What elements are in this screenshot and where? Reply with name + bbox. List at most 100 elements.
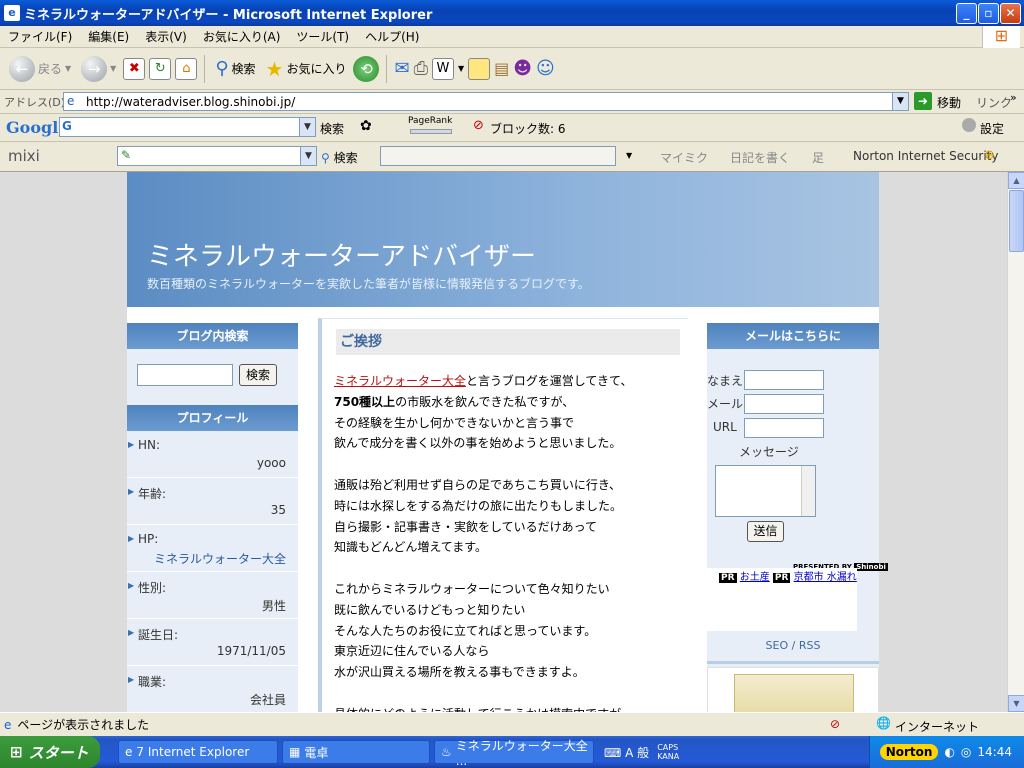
mixi-dropdown-icon[interactable]: ▼ bbox=[300, 147, 316, 165]
stop-icon[interactable]: ✖ bbox=[123, 57, 146, 80]
title-bar[interactable]: e ミネラルウォーターアドバイザー - Microsoft Internet E… bbox=[0, 0, 1024, 26]
pr-link-leak[interactable]: 京都市 水漏れ bbox=[794, 572, 857, 583]
article-line: 飲んで成分を書く以外の事を始めようと思いました。 bbox=[334, 436, 622, 451]
tray-icon[interactable]: ◐ bbox=[944, 745, 954, 759]
menu-help[interactable]: ヘルプ(H) bbox=[357, 28, 427, 45]
back-button[interactable]: ← 戻る ▼ bbox=[6, 52, 74, 86]
pr-link-souvenir[interactable]: お土産 bbox=[740, 572, 770, 583]
menu-tools[interactable]: ツール(T) bbox=[288, 28, 357, 45]
research-icon[interactable]: ▤ bbox=[494, 59, 509, 78]
mixi-url-field[interactable] bbox=[380, 146, 616, 166]
profile-key: 性別: bbox=[138, 581, 167, 595]
status-page-icon: e bbox=[4, 717, 12, 732]
ime-toolbar[interactable]: ⌨ A 般 bbox=[604, 744, 649, 761]
pr-badge: PR bbox=[719, 573, 737, 583]
mail-input[interactable] bbox=[744, 394, 824, 414]
name-input[interactable] bbox=[744, 370, 824, 390]
google-search-input[interactable]: G ▼ bbox=[59, 117, 316, 137]
scroll-down-icon[interactable]: ▼ bbox=[1008, 695, 1024, 712]
profile-homepage-link[interactable]: ミネラルウォーター大全 bbox=[154, 550, 286, 567]
blog-title[interactable]: ミネラルウォーターアドバイザー bbox=[147, 236, 536, 273]
buddies-icon[interactable]: ☺ bbox=[536, 58, 555, 79]
close-button[interactable]: ✕ bbox=[1000, 3, 1021, 24]
blocked-icon: ⊘ bbox=[830, 717, 841, 731]
forward-button[interactable]: → ▼ bbox=[78, 52, 119, 86]
menu-favorites[interactable]: お気に入り(A) bbox=[195, 28, 289, 45]
write-diary-button[interactable]: 日記を書く bbox=[730, 149, 790, 166]
edit-icon[interactable]: W bbox=[431, 57, 454, 80]
google-toolbar: Google G ▼ 検索 ✿ PageRank ⊘ ブロック数: 6 設定 bbox=[0, 114, 1024, 142]
ashiato-button[interactable]: 足 bbox=[812, 149, 824, 166]
blog-search-input[interactable] bbox=[137, 364, 233, 386]
tray-icon[interactable]: ◎ bbox=[961, 745, 971, 759]
url-label: URL bbox=[713, 420, 737, 434]
favorites-label: お気に入り bbox=[286, 62, 347, 76]
profile-value: 男性 bbox=[261, 599, 286, 613]
print-icon[interactable]: ⎙ bbox=[414, 58, 428, 79]
favorites-button[interactable]: ★ お気に入り bbox=[263, 52, 350, 86]
popup-blocked-count[interactable]: ブロック数: 6 bbox=[490, 120, 566, 137]
search-label: 検索 bbox=[231, 62, 256, 76]
taskbar-ie-group[interactable]: e7 Internet Explorer bbox=[118, 740, 278, 764]
back-arrow-icon: ← bbox=[9, 55, 35, 82]
menu-view[interactable]: 表示(V) bbox=[137, 28, 195, 45]
status-bar: e ページが表示されました ⊘ 🌐 インターネット bbox=[0, 712, 1024, 736]
norton-tray-button[interactable]: Norton bbox=[879, 744, 939, 760]
profile-row: ▶ HN: yooo bbox=[127, 431, 298, 478]
minimize-button[interactable]: _ bbox=[956, 3, 977, 24]
article-bold-text: 750種以上 bbox=[334, 394, 396, 409]
start-button[interactable]: ⊞ スタート bbox=[0, 736, 100, 768]
address-input[interactable]: e http://wateradviser.blog.shinobi.jp/ ▼ bbox=[63, 92, 909, 111]
caps-label: CAPS bbox=[657, 743, 679, 752]
page-viewport: ミネラルウォーターアドバイザー 数百種類のミネラルウォーターを実飲した筆者が皆様… bbox=[0, 172, 1007, 712]
mixi-search-button[interactable]: ⚲ 検索 bbox=[321, 149, 358, 166]
scroll-thumb[interactable] bbox=[1009, 190, 1024, 252]
taskbar-ie-label: 7 Internet Explorer bbox=[136, 745, 250, 759]
google-settings-button[interactable]: 設定 bbox=[980, 120, 1004, 137]
url-input[interactable] bbox=[744, 418, 824, 438]
refresh-icon[interactable]: ↻ bbox=[149, 57, 172, 80]
go-button[interactable]: 移動 bbox=[937, 94, 961, 111]
seo-rss-link[interactable]: SEO / RSS bbox=[707, 639, 879, 652]
security-zone: インターネット bbox=[895, 720, 980, 734]
article-line bbox=[334, 454, 694, 475]
maximize-button[interactable]: ▫ bbox=[978, 3, 999, 24]
taskbar-mineral-water[interactable]: ♨ ミネラルウォーター大全 ... bbox=[434, 739, 594, 768]
google-g-icon: G bbox=[62, 119, 72, 133]
google-dropdown-icon[interactable]: ▼ bbox=[299, 118, 315, 136]
system-tray: Norton ◐ ◎ 14:44 bbox=[869, 736, 1024, 768]
article-line: そんな人たちのお役に立てればと思っています。 bbox=[334, 623, 597, 638]
blog-header: ミネラルウォーターアドバイザー 数百種類のミネラルウォーターを実飲した筆者が皆様… bbox=[127, 172, 879, 307]
search-magnifier-icon: ⚲ bbox=[215, 58, 229, 79]
scroll-up-icon[interactable]: ▲ bbox=[1008, 172, 1024, 189]
home-icon[interactable]: ⌂ bbox=[175, 57, 198, 80]
menu-file[interactable]: ファイル(F) bbox=[0, 28, 80, 45]
menu-bar: ファイル(F) 編集(E) 表示(V) お気に入り(A) ツール(T) ヘルプ(… bbox=[0, 26, 1024, 48]
mail-icon[interactable]: ✉ bbox=[394, 58, 409, 79]
go-arrow-icon[interactable]: ➜ bbox=[914, 92, 932, 110]
menu-edit[interactable]: 編集(E) bbox=[80, 28, 137, 45]
address-dropdown-icon[interactable]: ▼ bbox=[892, 93, 908, 110]
pizza-ad-image bbox=[734, 674, 854, 712]
taskbar-calculator[interactable]: ▦ 電卓 bbox=[282, 740, 430, 764]
norton-security-button[interactable]: Norton Internet Security bbox=[853, 149, 998, 163]
mixi-search-input[interactable]: ✎ ▼ bbox=[117, 146, 317, 166]
google-options-icon[interactable]: ✿ bbox=[360, 118, 372, 134]
search-button[interactable]: ⚲ 検索 bbox=[212, 52, 258, 86]
mineral-water-taizen-link[interactable]: ミネラルウォーター大全 bbox=[334, 374, 466, 388]
ad-banner[interactable] bbox=[707, 667, 879, 712]
main-article: ご挨拶 ミネラルウォーター大全と言うブログを運営してきて、 750種以上の市販水… bbox=[318, 318, 688, 712]
note-icon[interactable] bbox=[468, 57, 491, 80]
message-scrollbar[interactable] bbox=[801, 466, 815, 516]
links-button[interactable]: リンク bbox=[976, 94, 1012, 111]
google-search-button[interactable]: 検索 bbox=[320, 120, 344, 137]
history-icon[interactable]: ⟲ bbox=[353, 55, 380, 82]
blog-search-button[interactable]: 検索 bbox=[239, 364, 277, 386]
vertical-scrollbar[interactable]: ▲ ▼ bbox=[1007, 172, 1024, 712]
send-button[interactable]: 送信 bbox=[747, 521, 784, 542]
pr-ads: PR お土産 PR 京都市 水漏れ bbox=[707, 568, 857, 631]
messenger-icon[interactable]: ☻ bbox=[513, 58, 532, 79]
mymixi-button[interactable]: マイミク bbox=[660, 149, 708, 166]
shinobi-logo: Shinobi bbox=[854, 563, 888, 571]
message-textarea[interactable] bbox=[715, 465, 816, 517]
